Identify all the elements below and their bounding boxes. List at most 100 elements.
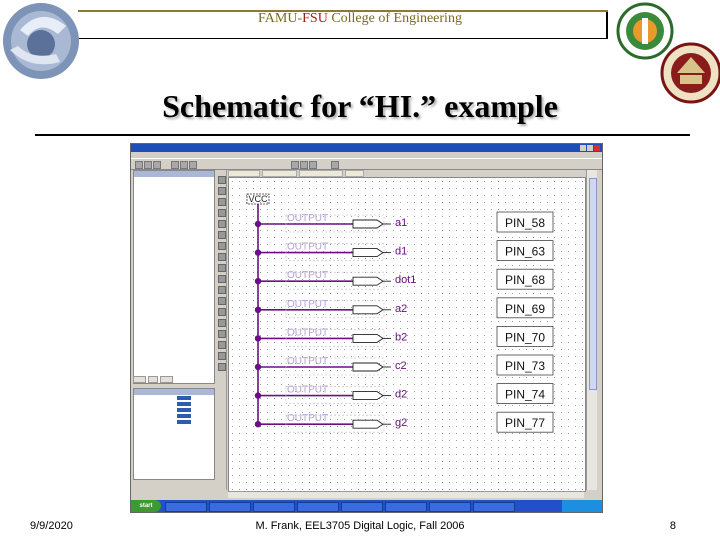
signal-name-label: d1 <box>395 246 407 258</box>
output-pin-symbol <box>352 248 384 258</box>
open-icon[interactable] <box>144 161 152 169</box>
signal-name-label: dot1 <box>395 274 416 286</box>
header-college-name: FAMU-FSU College of Engineering <box>0 11 720 27</box>
arc-tool-icon[interactable] <box>218 363 226 371</box>
slide-title: Schematic for “HI.” example <box>162 88 558 124</box>
window-titlebar <box>131 144 602 152</box>
orthogonal-bus-tool-icon[interactable] <box>218 231 226 239</box>
text-tool-icon[interactable] <box>218 187 226 195</box>
windows-taskbar: start <box>131 500 602 512</box>
pin-assignment-label: PIN_73 <box>505 359 545 373</box>
pin-assignment-label: PIN_69 <box>505 302 545 316</box>
tab-hierarchy[interactable] <box>133 376 146 383</box>
close-icon[interactable] <box>594 145 600 151</box>
output-pin-label: OUTPUT <box>287 213 328 224</box>
output-pin-label: OUTPUT <box>287 385 328 396</box>
schematic-canvas[interactable]: VCC OUTPUT a1 PIN_58 OUTPUT d1 PIN_63 OUTPUT dot… <box>228 177 586 492</box>
taskbar-item[interactable] <box>473 502 515 512</box>
minimize-icon[interactable] <box>580 145 586 151</box>
oval-tool-icon[interactable] <box>218 341 226 349</box>
new-icon[interactable] <box>135 161 143 169</box>
line-tool-icon[interactable] <box>218 352 226 360</box>
programmer-icon[interactable] <box>331 161 339 169</box>
symbol-tool-icon[interactable] <box>218 198 226 206</box>
cut-icon[interactable] <box>171 161 179 169</box>
start-button[interactable]: start <box>131 500 161 512</box>
save-icon[interactable] <box>153 161 161 169</box>
output-pin-symbol <box>352 333 384 343</box>
horizontal-scrollbar[interactable] <box>228 491 584 498</box>
tab-pin-planner[interactable] <box>262 170 298 177</box>
output-pin-symbol <box>352 391 384 401</box>
output-pin-symbol <box>352 305 384 315</box>
output-pin-symbol <box>352 362 384 372</box>
schematic-drawing: VCC OUTPUT a1 PIN_58 OUTPUT d1 PIN_63 OUTPUT dot… <box>246 193 554 433</box>
window-controls <box>580 145 600 151</box>
document-tabs <box>228 170 584 177</box>
conduit-tool-icon[interactable] <box>218 242 226 250</box>
pin-assignment-label: PIN_77 <box>505 416 545 430</box>
output-pin-label: OUTPUT <box>287 299 328 310</box>
taskbar-item[interactable] <box>385 502 427 512</box>
output-pin-symbol <box>352 219 384 229</box>
signal-name-label: g2 <box>395 417 407 429</box>
quartus-screenshot: VCC OUTPUT a1 PIN_58 OUTPUT d1 PIN_63 OUTPUT dot… <box>130 143 603 513</box>
footer-course: M. Frank, EEL3705 Digital Logic, Fall 20… <box>255 520 465 532</box>
tab-compilation-report[interactable] <box>299 170 343 177</box>
system-tray <box>562 500 602 512</box>
header-famu: FAMU- <box>258 11 303 26</box>
pin-assignment-label: PIN_74 <box>505 388 545 402</box>
scrollbar-thumb[interactable] <box>589 178 597 390</box>
flip-horizontal-icon[interactable] <box>218 297 226 305</box>
taskbar-item[interactable] <box>165 502 207 512</box>
output-pin-symbol <box>352 276 384 286</box>
compile-icon[interactable] <box>291 161 299 169</box>
pin-assignment-label: PIN_70 <box>505 330 545 344</box>
navigator-tabs <box>133 376 213 383</box>
status-row <box>134 419 214 425</box>
partial-line-select-icon[interactable] <box>218 253 226 261</box>
tab-files[interactable] <box>147 376 159 383</box>
header-right-tick <box>606 12 608 38</box>
vertical-scrollbar[interactable] <box>586 170 597 490</box>
output-pin-label: OUTPUT <box>287 242 328 253</box>
simulate-icon[interactable] <box>309 161 317 169</box>
block-editor-toolbar <box>217 170 227 490</box>
signal-name-label: d2 <box>395 389 407 401</box>
output-pin-label: OUTPUT <box>287 270 328 281</box>
signal-name-label: c2 <box>395 360 407 372</box>
zoom-tool-icon[interactable] <box>218 264 226 272</box>
taskbar-item[interactable] <box>341 502 383 512</box>
copy-icon[interactable] <box>180 161 188 169</box>
signal-name-label: a2 <box>395 303 407 315</box>
taskbar-item[interactable] <box>297 502 339 512</box>
footer-page-number: 8 <box>669 520 676 532</box>
pin-assignment-label: PIN_68 <box>505 273 545 287</box>
toolbar <box>131 158 602 170</box>
tab-hi-vwf[interactable] <box>344 170 364 177</box>
flip-vertical-icon[interactable] <box>218 308 226 316</box>
full-screen-icon[interactable] <box>218 275 226 283</box>
block-tool-icon[interactable] <box>218 209 226 217</box>
find-icon[interactable] <box>218 286 226 294</box>
title-rule <box>35 134 690 136</box>
output-pin-symbol <box>352 419 384 429</box>
tab-hi-bdf[interactable] <box>228 170 261 177</box>
vcc-label: VCC <box>248 194 268 204</box>
project-tree-item[interactable] <box>134 183 214 189</box>
paste-icon[interactable] <box>189 161 197 169</box>
rectangle-tool-icon[interactable] <box>218 330 226 338</box>
analyze-icon[interactable] <box>300 161 308 169</box>
taskbar-item[interactable] <box>253 502 295 512</box>
pin-assignment-label: PIN_63 <box>505 245 545 259</box>
tab-design-units[interactable] <box>160 376 173 383</box>
header-college: College of Engineering <box>327 11 462 26</box>
signal-name-label: b2 <box>395 331 407 343</box>
selection-tool-icon[interactable] <box>218 176 226 184</box>
orthogonal-node-tool-icon[interactable] <box>218 220 226 228</box>
taskbar-item[interactable] <box>429 502 471 512</box>
pin-assignment-label: PIN_58 <box>505 216 545 230</box>
rotate-icon[interactable] <box>218 319 226 327</box>
maximize-icon[interactable] <box>587 145 593 151</box>
taskbar-item[interactable] <box>209 502 251 512</box>
